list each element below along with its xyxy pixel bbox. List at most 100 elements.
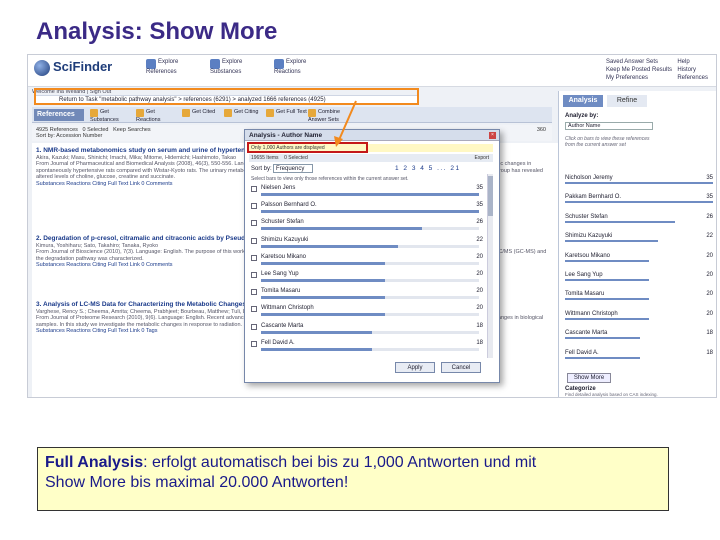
panel-author-row[interactable]: Karetsou Mikano 20 bbox=[563, 253, 715, 263]
row-checkbox[interactable] bbox=[251, 254, 257, 261]
nav-explore-references[interactable]: Explore References bbox=[146, 59, 198, 76]
results-page-count: 360 bbox=[536, 127, 546, 133]
panel-frequency-bar[interactable] bbox=[565, 279, 649, 281]
sort-by-select[interactable]: Sort by: Accession Number bbox=[36, 133, 102, 139]
get-reactions-button[interactable]: Get Reactions bbox=[136, 109, 180, 123]
close-icon[interactable]: × bbox=[489, 132, 496, 139]
panel-author-row[interactable]: Cascante Marta 18 bbox=[563, 330, 715, 340]
results-toolbar: References Get Substances Get Reactions … bbox=[32, 107, 552, 123]
frequency-bar[interactable] bbox=[261, 193, 479, 196]
author-name: Cascante Marta bbox=[261, 322, 304, 329]
panel-frequency-bar[interactable] bbox=[565, 317, 649, 320]
frequency-bar[interactable] bbox=[261, 279, 385, 282]
dialog-pager[interactable]: 1 2 3 4 5 ... 21 bbox=[395, 165, 461, 172]
tab-refine[interactable]: Refine bbox=[607, 95, 647, 107]
top-links-right: Help History References bbox=[677, 58, 708, 82]
panel-frequency-bar[interactable] bbox=[565, 201, 713, 204]
show-more-button[interactable]: Show More bbox=[567, 373, 611, 383]
row-checkbox[interactable] bbox=[251, 272, 257, 278]
scrollbar-thumb[interactable] bbox=[488, 176, 493, 216]
sort-by-label: Sort by: bbox=[251, 166, 272, 172]
panel-frequency-bar[interactable] bbox=[565, 356, 640, 359]
row-checkbox[interactable] bbox=[251, 306, 257, 313]
preferences-link[interactable]: My Preferences bbox=[606, 74, 672, 82]
panel-frequency-bar[interactable] bbox=[565, 259, 649, 262]
author-row[interactable]: Tomita Masaru 20 bbox=[251, 288, 483, 303]
panel-author-row[interactable]: Fell David A. 18 bbox=[563, 350, 715, 360]
frequency-bar[interactable] bbox=[261, 244, 398, 248]
row-checkbox[interactable] bbox=[251, 323, 257, 330]
keep-me-posted-link[interactable]: Keep Me Posted Results bbox=[606, 66, 672, 74]
author-name: Wittmann Christoph bbox=[261, 305, 314, 312]
author-name: Fell David A. bbox=[261, 339, 295, 346]
author-row[interactable]: Palsson Bernhard O. 35 bbox=[251, 202, 483, 217]
frequency-bar[interactable] bbox=[261, 330, 372, 334]
dialog-scrollbar[interactable] bbox=[487, 174, 493, 358]
top-bar: SciFinder Explore References Explore Subst… bbox=[28, 55, 716, 87]
sort-by-dropdown[interactable]: Frequency bbox=[273, 164, 313, 173]
nav-explore-substances[interactable]: Explore Substances bbox=[210, 59, 262, 76]
author-row[interactable]: Karetsou Mikano 20 bbox=[251, 254, 483, 269]
frequency-bar[interactable] bbox=[261, 347, 372, 351]
author-row[interactable]: Wittmann Christoph 20 bbox=[251, 305, 483, 320]
frequency-bar[interactable] bbox=[261, 313, 385, 317]
cancel-button[interactable]: Cancel bbox=[441, 362, 481, 373]
help-link[interactable]: Help bbox=[677, 58, 708, 66]
panel-author-row[interactable]: Lee Sang Yup 20 bbox=[563, 272, 715, 282]
get-citing-button[interactable]: Get Citing bbox=[224, 109, 268, 117]
analysis-panel: Analysis Refine Analyze by: Author Name … bbox=[558, 91, 716, 397]
panel-author-row[interactable]: Schuster Stefan 26 bbox=[563, 214, 715, 224]
row-checkbox[interactable] bbox=[251, 289, 257, 296]
get-substances-button[interactable]: Get Substances bbox=[90, 109, 134, 123]
panel-author-count: 35 bbox=[706, 194, 713, 201]
saved-answer-sets-link[interactable]: Saved Answer Sets bbox=[606, 58, 672, 66]
author-row[interactable]: Lee Sang Yup 20 bbox=[251, 271, 483, 286]
panel-frequency-bar[interactable] bbox=[565, 240, 658, 243]
export-link[interactable]: Export bbox=[475, 154, 489, 162]
author-count: 35 bbox=[476, 185, 483, 191]
row-checkbox[interactable] bbox=[251, 340, 257, 347]
panel-author-name: Pakkam Bernhard O. bbox=[565, 194, 622, 201]
apply-button[interactable]: Apply bbox=[395, 362, 435, 373]
author-row[interactable]: Nielsen Jens 35 bbox=[251, 185, 483, 200]
references-link[interactable]: References bbox=[677, 74, 708, 82]
panel-frequency-bar[interactable] bbox=[565, 220, 675, 223]
frequency-bar[interactable] bbox=[261, 227, 422, 231]
caption-label: Full Analysis bbox=[45, 454, 144, 471]
row-checkbox[interactable] bbox=[251, 203, 257, 210]
analyze-by-select[interactable]: Author Name bbox=[565, 122, 653, 130]
panel-author-row[interactable]: Nicholson Jeremy 35 bbox=[563, 175, 715, 185]
author-row[interactable]: Cascante Marta 18 bbox=[251, 322, 483, 338]
panel-author-row[interactable]: Pakkam Bernhard O. 35 bbox=[563, 194, 715, 204]
get-cited-button[interactable]: Get Cited bbox=[182, 109, 226, 117]
panel-frequency-bar[interactable] bbox=[565, 182, 713, 184]
frequency-bar[interactable] bbox=[261, 210, 479, 214]
panel-author-row[interactable]: Shimizu Kazuyuki 22 bbox=[563, 233, 715, 243]
caption-box: Full Analysis: erfolgt automatisch bei b… bbox=[37, 447, 669, 511]
get-full-text-button[interactable]: Get Full Text bbox=[266, 109, 310, 117]
panel-author-row[interactable]: Tomita Masaru 20 bbox=[563, 291, 715, 301]
combine-icon bbox=[308, 109, 316, 117]
keep-searches-link[interactable]: Keep Searches bbox=[113, 127, 151, 133]
logo-text: SciFinder bbox=[53, 59, 113, 74]
combine-answer-sets-button[interactable]: Combine Answer Sets bbox=[308, 109, 352, 123]
history-link[interactable]: History bbox=[677, 66, 708, 74]
panel-frequency-bar[interactable] bbox=[565, 298, 649, 301]
panel-frequency-bar[interactable] bbox=[565, 337, 640, 340]
panel-author-count: 18 bbox=[706, 349, 713, 356]
author-row[interactable]: Fell David A. 18 bbox=[251, 339, 483, 355]
dialog-item-count: 19655 Items bbox=[251, 155, 279, 161]
author-name: Nielsen Jens bbox=[261, 185, 296, 191]
row-checkbox[interactable] bbox=[251, 237, 257, 244]
nav-explore-reactions[interactable]: Explore Reactions bbox=[274, 59, 326, 76]
row-checkbox[interactable] bbox=[251, 220, 257, 227]
author-row[interactable]: Shimizu Kazuyuki 22 bbox=[251, 237, 483, 252]
panel-author-count: 22 bbox=[706, 233, 713, 240]
frequency-bar[interactable] bbox=[261, 296, 385, 300]
author-row[interactable]: Schuster Stefan 26 bbox=[251, 219, 483, 234]
reactions-icon bbox=[274, 59, 284, 69]
frequency-bar[interactable] bbox=[261, 261, 385, 265]
tab-analysis[interactable]: Analysis bbox=[563, 95, 603, 107]
panel-author-row[interactable]: Wittmann Christoph 20 bbox=[563, 311, 715, 321]
row-checkbox[interactable] bbox=[251, 186, 257, 192]
